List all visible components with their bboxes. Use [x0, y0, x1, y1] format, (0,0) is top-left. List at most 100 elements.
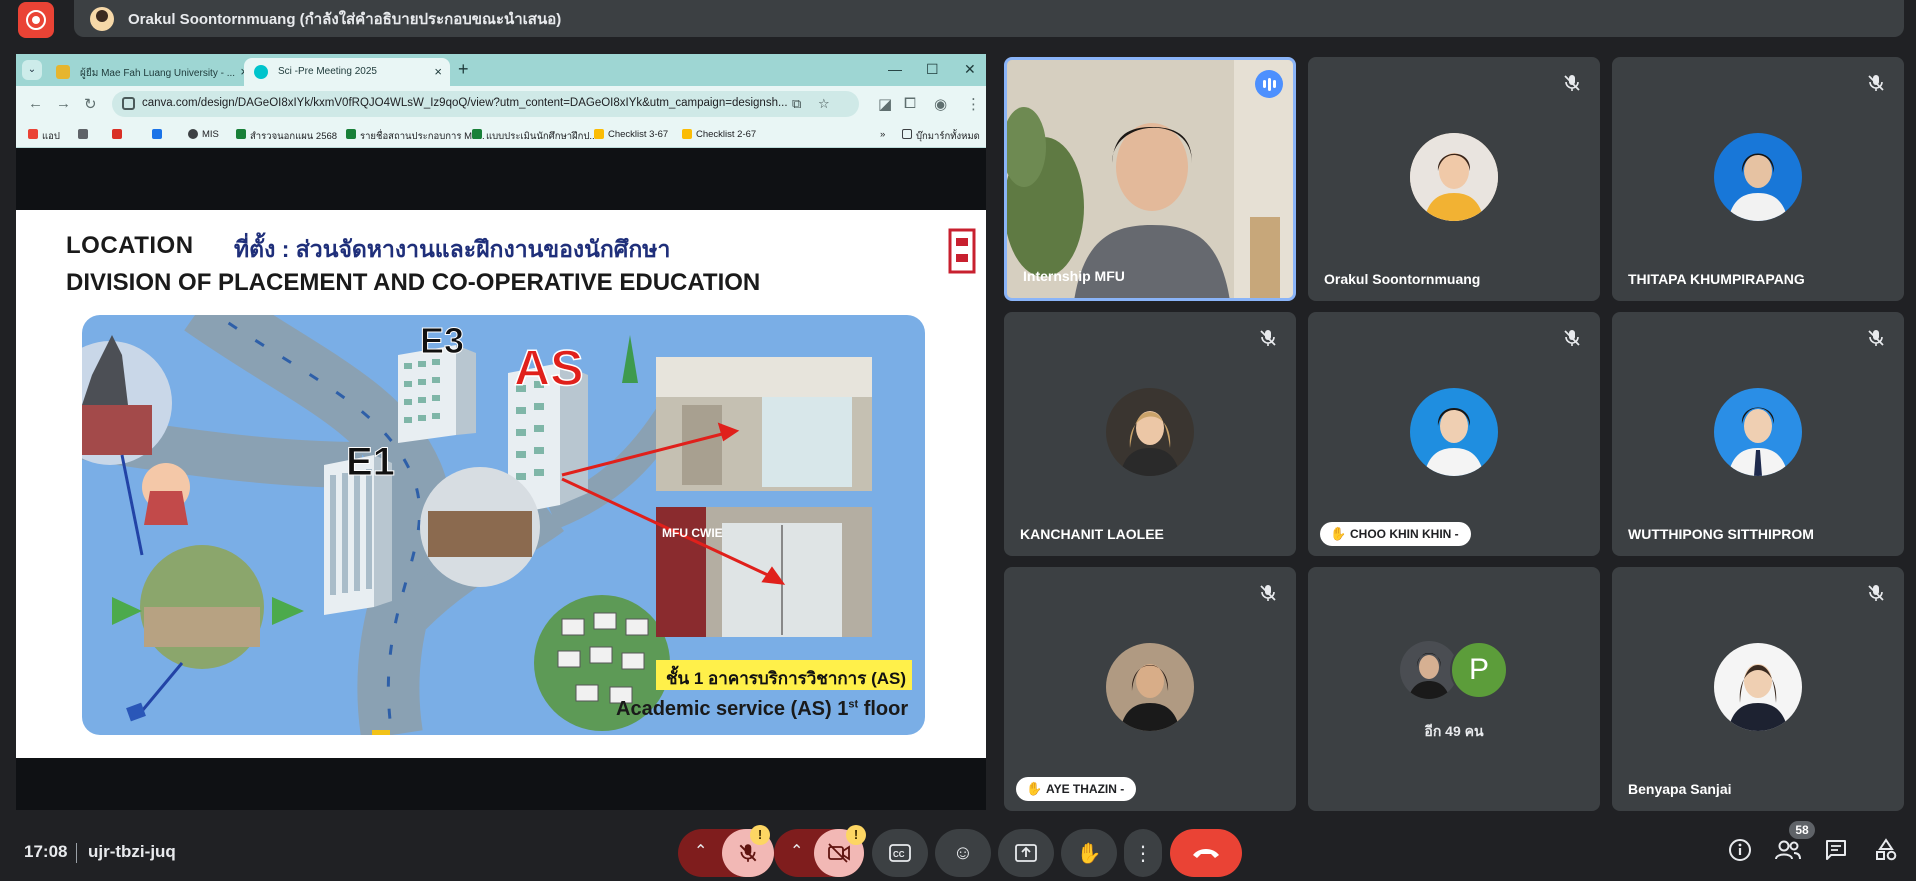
sheets-icon: [236, 129, 246, 139]
profile-icon[interactable]: ◉: [934, 95, 947, 113]
sign-text: MFU CWIE: [662, 526, 723, 540]
others-tile[interactable]: P อีก 49 คน: [1308, 567, 1600, 811]
other-participant-initial: P: [1450, 641, 1508, 699]
avatar: [1106, 643, 1194, 731]
translate-icon[interactable]: ⧉: [792, 96, 801, 112]
participant-tile[interactable]: KANCHANIT LAOLEE: [1004, 312, 1296, 556]
camera-off-icon: [828, 843, 850, 863]
more-bookmarks-chevron-icon[interactable]: »: [866, 129, 885, 140]
participant-name: Benyapa Sanjai: [1628, 781, 1732, 797]
present-screen-button[interactable]: [998, 829, 1054, 877]
mic-off-icon: [1868, 330, 1884, 346]
star-icon[interactable]: ☆: [818, 96, 830, 112]
raised-hand-icon: ✋: [1026, 781, 1043, 796]
participant-name: AYE THAZIN -: [1046, 782, 1125, 796]
bookmark-checklist-3-67[interactable]: Checklist 3-67: [594, 129, 668, 140]
participant-tile[interactable]: ✋ CHOO KHIN KHIN -: [1308, 312, 1600, 556]
extension-icon[interactable]: ◪: [878, 95, 892, 113]
audio-options-chevron-icon[interactable]: ⌃: [694, 841, 707, 861]
recording-button[interactable]: [18, 2, 54, 38]
globe-icon: [188, 129, 198, 139]
bookmark-survey[interactable]: สำรวจนอกแผน 2568: [236, 129, 337, 144]
present-screen-icon: [1015, 844, 1037, 862]
reactions-button[interactable]: ☺: [935, 829, 991, 877]
tab-label: Sci -Pre Meeting 2025: [278, 66, 377, 77]
participant-tile[interactable]: WUTTHIPONG SITTHIPROM: [1612, 312, 1904, 556]
all-bookmarks-folder[interactable]: บุ๊กมาร์กทั้งหมด: [902, 129, 980, 144]
activities-shapes-icon: [1876, 838, 1897, 861]
clock-time: 17:08: [24, 842, 68, 861]
slide-subheading: DIVISION OF PLACEMENT AND CO-OPERATIVE E…: [66, 269, 761, 296]
building-label-e1: E1: [346, 440, 395, 484]
close-icon[interactable]: ×: [434, 64, 442, 79]
maximize-icon[interactable]: ☐: [926, 61, 939, 78]
presenter-banner[interactable]: Orakul Soontornmuang (กำลังใส่คำอธิบายปร…: [74, 0, 1904, 37]
emoji-icon: ☺: [952, 841, 974, 864]
tab-search-chevron-icon[interactable]: ⌄: [22, 60, 42, 80]
building-label-as: AS: [514, 340, 583, 396]
site-info-icon[interactable]: [122, 97, 135, 110]
avatar: [1106, 388, 1194, 476]
participant-name: Internship MFU: [1023, 268, 1125, 284]
video-options-chevron-icon[interactable]: ⌃: [790, 841, 803, 861]
bookmark-company-list[interactable]: รายชื่อสถานประกอบการ MF...: [346, 129, 485, 144]
participant-tile[interactable]: ✋ AYE THAZIN -: [1004, 567, 1296, 811]
drive-icon: [594, 129, 604, 139]
reload-icon[interactable]: ↻: [84, 95, 97, 113]
close-window-icon[interactable]: ✕: [964, 61, 976, 78]
avatar: [1410, 133, 1498, 221]
participant-tile-video[interactable]: Internship MFU: [1004, 57, 1296, 301]
others-count-label: อีก 49 คน: [1424, 723, 1484, 739]
floor-label-th: ชั้น 1 อาคารบริการวิชาการ (AS): [656, 660, 912, 690]
browser-tab-2[interactable]: Sci -Pre Meeting 2025 ×: [244, 58, 450, 86]
back-arrow-icon[interactable]: ←: [28, 95, 43, 112]
menu-kebab-icon[interactable]: ⋮: [966, 95, 981, 113]
canva-viewer: LOCATION ที่ตั้ง : ส่วนจัดหางานและฝึกงาน…: [16, 149, 986, 810]
mic-off-icon: [1564, 330, 1580, 346]
more-options-button[interactable]: ⋮: [1124, 829, 1162, 877]
activities-button[interactable]: [1874, 838, 1898, 868]
presenter-avatar: [90, 6, 114, 31]
bookmark-mis[interactable]: MIS: [188, 129, 219, 140]
participant-name: Orakul Soontornmuang: [1324, 271, 1481, 287]
browser-tab-1[interactable]: ผู้ยืม Mae Fah Luang University - ... ×: [46, 58, 256, 86]
bookmark-apps[interactable]: แอป: [28, 129, 60, 144]
avatar: [1714, 643, 1802, 731]
captions-button[interactable]: CC: [872, 829, 928, 877]
grid-icon: [78, 129, 88, 139]
address-bar[interactable]: canva.com/design/DAGeOI8xIYk/kxmV0fRQJO4…: [112, 91, 859, 117]
bookmark-checklist-2-67[interactable]: Checklist 2-67: [682, 129, 756, 140]
avatar: [1714, 133, 1802, 221]
bookmark-evaluation[interactable]: แบบประเมินนักศึกษาฝึกป...: [472, 129, 597, 144]
chat-icon: [1826, 840, 1846, 860]
raised-hand-badge: ✋ CHOO KHIN KHIN -: [1320, 522, 1471, 546]
participant-tile[interactable]: THITAPA KHUMPIRAPANG: [1612, 57, 1904, 301]
meeting-details-button[interactable]: [1728, 838, 1752, 868]
meeting-code[interactable]: ujr-tbzi-juq: [88, 842, 176, 862]
mic-off-icon: [1868, 585, 1884, 601]
browser-toolbar: ← → ↻ canva.com/design/DAGeOI8xIYk/kxmV0…: [16, 86, 986, 122]
leave-call-button[interactable]: [1170, 829, 1242, 877]
slide-heading-th: ที่ตั้ง : ส่วนจัดหางานและฝึกงานของนักศึก…: [234, 236, 671, 262]
raise-hand-button[interactable]: ✋: [1061, 829, 1117, 877]
minimize-icon[interactable]: —: [888, 61, 902, 77]
info-icon: [1729, 839, 1751, 861]
hang-up-icon: [1193, 849, 1219, 858]
forward-arrow-icon[interactable]: →: [56, 95, 71, 112]
apps-grid-icon: [28, 129, 38, 139]
participant-tile[interactable]: Benyapa Sanjai: [1612, 567, 1904, 811]
people-button[interactable]: [1774, 838, 1802, 868]
puzzle-icon[interactable]: ⧠: [904, 95, 916, 112]
shared-screen[interactable]: ⌄ ผู้ยืม Mae Fah Luang University - ... …: [16, 54, 986, 810]
divider: [76, 843, 77, 863]
avatar: [1714, 388, 1802, 476]
participant-tile[interactable]: Orakul Soontornmuang: [1308, 57, 1600, 301]
slide-heading-en: LOCATION: [66, 232, 194, 259]
chat-button[interactable]: [1824, 838, 1848, 868]
gmail-icon: [112, 129, 122, 139]
calendar-icon: [152, 129, 162, 139]
folder-icon: [902, 129, 912, 139]
presentation-slide: LOCATION ที่ตั้ง : ส่วนจัดหางานและฝึกงาน…: [16, 210, 986, 758]
new-tab-plus-icon[interactable]: +: [458, 59, 469, 80]
participant-name: WUTTHIPONG SITTHIPROM: [1628, 526, 1814, 542]
